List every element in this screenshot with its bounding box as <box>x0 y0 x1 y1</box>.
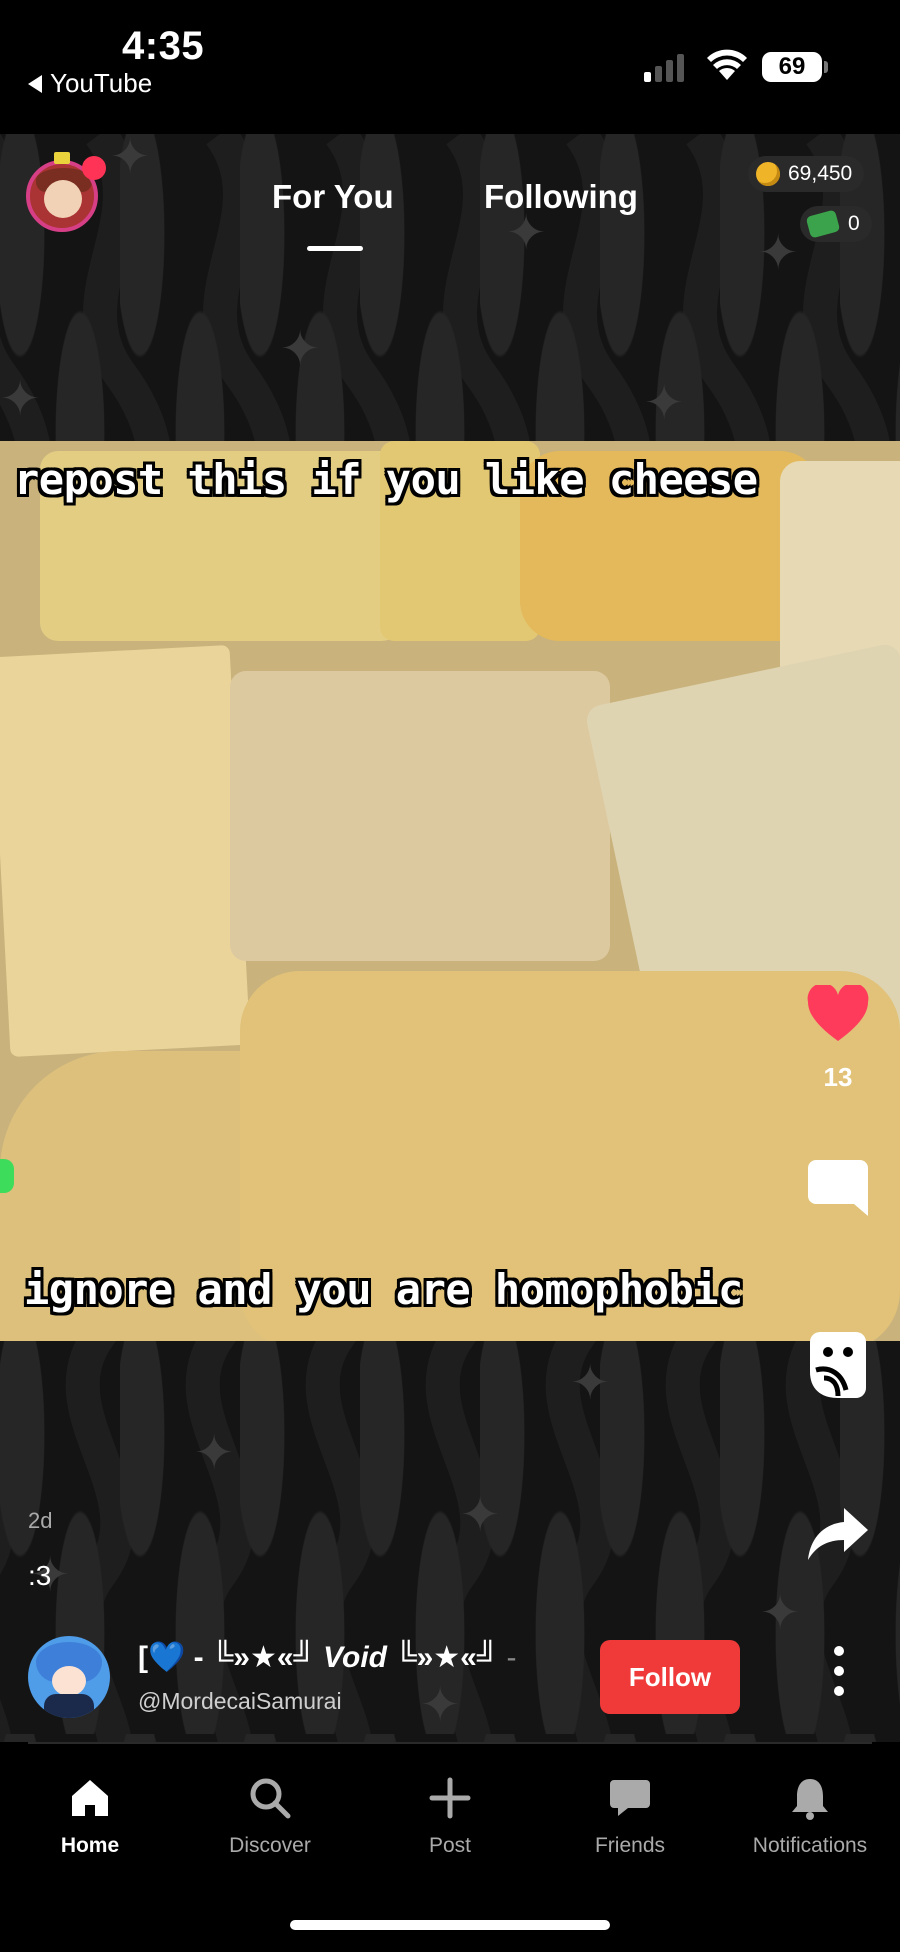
author-name-trail: - <box>498 1641 517 1674</box>
nav-discover-label: Discover <box>229 1834 311 1857</box>
cheese-block <box>230 671 610 961</box>
home-indicator <box>290 1920 610 1930</box>
post-caption: :3 <box>28 1560 52 1591</box>
comment-bubble-icon[interactable] <box>806 1158 870 1218</box>
sparkle-icon: ✦ <box>280 323 321 376</box>
coins-value: 69,450 <box>788 162 853 185</box>
sparkle-icon: ✦ <box>110 131 151 184</box>
cellular-signal-icon <box>644 52 684 82</box>
video-caption-top: repost this if you like cheese <box>14 455 758 504</box>
nav-friends[interactable]: Friends <box>540 1776 720 1858</box>
author-avatar[interactable] <box>28 1636 110 1718</box>
tab-following[interactable]: Following <box>484 178 638 216</box>
search-icon <box>250 1778 291 1819</box>
tab-for-you[interactable]: For You <box>272 178 394 216</box>
chat-bubble-icon <box>610 1780 650 1816</box>
cheese-block <box>0 644 251 1058</box>
like-count: 13 <box>823 1062 853 1092</box>
nav-post[interactable]: Post <box>360 1776 540 1858</box>
nav-home-label: Home <box>60 1834 120 1857</box>
author-handle[interactable]: @MordecaiSamurai <box>138 1688 342 1715</box>
back-to-app-link[interactable]: YouTube <box>28 68 152 99</box>
sparkle-icon: ✦ <box>420 1679 461 1732</box>
coins-balance[interactable]: 69,450 <box>748 156 865 192</box>
author-name-main: Void <box>314 1641 396 1674</box>
nav-post-label: Post <box>428 1834 472 1857</box>
video-player[interactable]: repost this if you like cheese ignore an… <box>0 441 900 1341</box>
sparkle-icon: ✦ <box>760 1587 801 1640</box>
battery-tip <box>824 61 828 73</box>
cash-icon <box>805 209 841 239</box>
nav-friends-label: Friends <box>594 1834 666 1857</box>
more-options-icon[interactable] <box>832 1646 846 1696</box>
nav-home[interactable]: Home <box>0 1776 180 1858</box>
plus-icon <box>429 1777 471 1819</box>
sparkle-icon: ✦ <box>758 227 799 280</box>
author-display-name[interactable]: [💙 - ╚»★«╝ Void ╚»★«╝ - <box>138 1640 516 1675</box>
nav-notifications-label: Notifications <box>752 1834 868 1857</box>
wifi-icon <box>707 49 747 80</box>
sparkle-icon: ✦ <box>644 377 685 430</box>
nav-notifications[interactable]: Notifications <box>720 1776 900 1858</box>
status-time: 4:35 <box>122 24 205 68</box>
back-triangle-icon <box>28 74 42 93</box>
author-name-prefix: [💙 - ╚»★«╝ <box>138 1641 315 1674</box>
coin-icon <box>756 162 780 186</box>
sparkle-icon: ✦ <box>460 1489 501 1542</box>
sparkle-icon: ✦ <box>506 207 547 260</box>
bell-icon <box>792 1779 828 1820</box>
sparkle-icon: ✦ <box>570 1357 611 1410</box>
cash-value: 0 <box>848 212 860 235</box>
home-icon <box>72 1780 108 1816</box>
sparkle-icon: ✦ <box>194 1427 235 1480</box>
author-name-suffix: ╚»★«╝ <box>395 1641 499 1674</box>
heart-icon[interactable] <box>806 985 870 1045</box>
notification-dot <box>82 156 106 180</box>
repost-icon[interactable] <box>808 1330 868 1400</box>
crown-icon <box>54 152 70 164</box>
active-tab-indicator <box>307 246 363 251</box>
posted-age: 2d <box>28 1508 53 1533</box>
video-caption-bottom: ignore and you are homophobic <box>24 1265 743 1314</box>
sparkle-icon: ✦ <box>0 373 41 426</box>
follow-button[interactable]: Follow <box>600 1640 740 1714</box>
cash-balance[interactable]: 0 <box>800 206 872 242</box>
back-app-label: YouTube <box>50 68 153 98</box>
battery-indicator: 69 <box>762 52 822 82</box>
green-marker <box>0 1159 14 1193</box>
nav-discover[interactable]: Discover <box>180 1776 360 1858</box>
share-arrow-icon[interactable] <box>806 1506 870 1562</box>
